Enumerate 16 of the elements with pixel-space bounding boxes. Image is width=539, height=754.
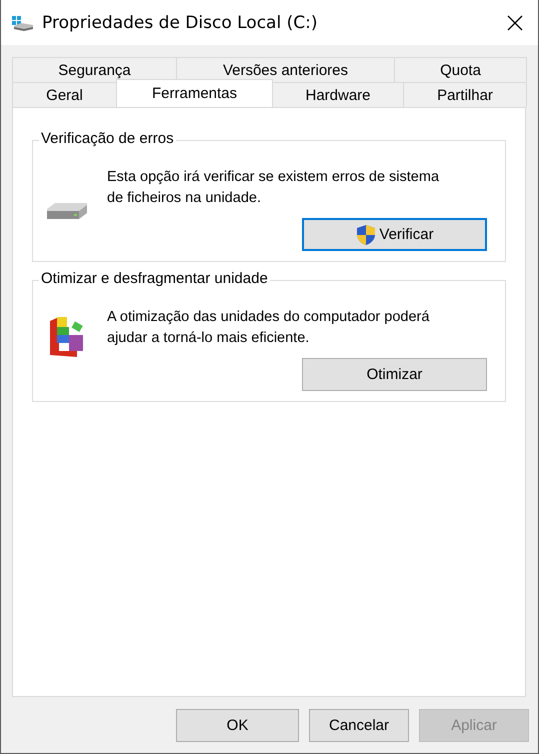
action-button[interactable]: Otimizar: [302, 358, 487, 391]
drive-icon: [12, 14, 34, 30]
description: Esta opção irá verificar se existem erros de sistema de ficheiros na unidade.: [107, 168, 440, 208]
window-title: Propriedades de Disco Local (C:): [42, 12, 318, 32]
group-title: Otimizar e desfragmentar unidade: [39, 270, 270, 287]
tab[interactable]: Ferramentas: [116, 79, 273, 107]
tab[interactable]: Quota: [394, 57, 527, 82]
tab[interactable]: Partilhar: [403, 82, 527, 107]
dialog-button[interactable]: Cancelar: [309, 709, 409, 742]
tab[interactable]: Geral: [12, 82, 117, 107]
group-title: Verificação de erros: [39, 130, 176, 147]
dialog-button[interactable]: OK: [176, 709, 299, 742]
action-button[interactable]: Verificar: [302, 218, 487, 251]
drive-icon: [47, 203, 87, 219]
description: A otimização das unidades do computador poderá ajudar a torná-lo mais eficiente.: [107, 308, 430, 348]
tab[interactable]: Segurança: [12, 57, 177, 82]
